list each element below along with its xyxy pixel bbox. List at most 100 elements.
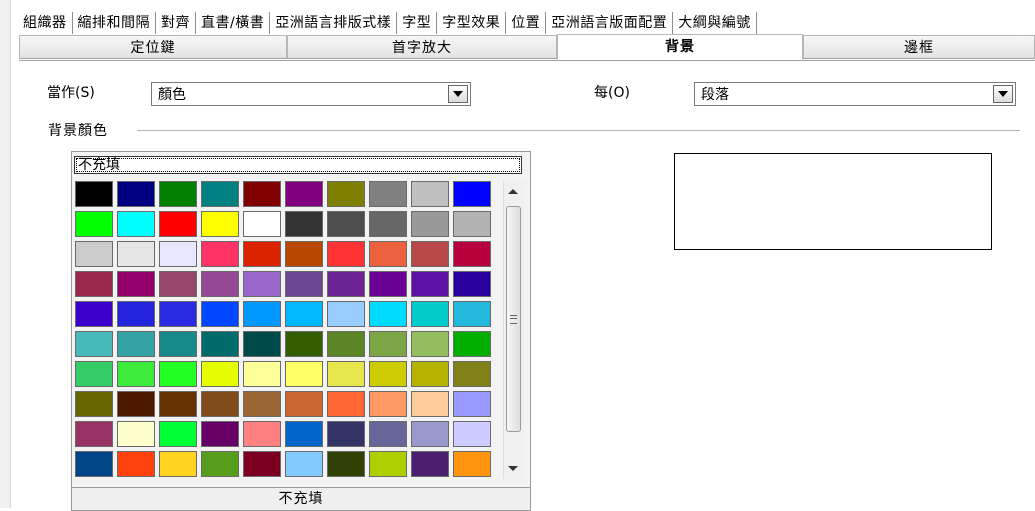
color-swatch[interactable] xyxy=(411,361,449,387)
color-swatch[interactable] xyxy=(243,181,281,207)
color-swatch[interactable] xyxy=(201,271,239,297)
color-swatch[interactable] xyxy=(411,241,449,267)
color-swatch[interactable] xyxy=(117,361,155,387)
color-swatch[interactable] xyxy=(75,331,113,357)
color-swatch[interactable] xyxy=(411,271,449,297)
color-swatch[interactable] xyxy=(201,301,239,327)
color-swatch[interactable] xyxy=(75,241,113,267)
tab-row2-2[interactable]: 首字放大 xyxy=(287,35,557,59)
color-swatch[interactable] xyxy=(117,391,155,417)
color-swatch[interactable] xyxy=(201,451,239,477)
color-swatch[interactable] xyxy=(201,181,239,207)
color-swatch[interactable] xyxy=(201,241,239,267)
color-swatch[interactable] xyxy=(369,181,407,207)
color-swatch[interactable] xyxy=(411,421,449,447)
tab-6[interactable]: 字型 xyxy=(397,12,438,34)
color-swatch[interactable] xyxy=(243,391,281,417)
tab-row2-1[interactable]: 定位鍵 xyxy=(19,35,287,59)
no-fill-option[interactable]: 不充填 xyxy=(74,156,522,174)
color-swatch[interactable] xyxy=(159,391,197,417)
color-swatch[interactable] xyxy=(285,181,323,207)
color-swatch[interactable] xyxy=(327,451,365,477)
for-select[interactable]: 段落 xyxy=(694,82,1016,106)
color-swatch[interactable] xyxy=(411,451,449,477)
color-swatch[interactable] xyxy=(285,361,323,387)
color-swatch[interactable] xyxy=(369,451,407,477)
color-swatch[interactable] xyxy=(243,421,281,447)
color-swatch[interactable] xyxy=(75,451,113,477)
color-swatch[interactable] xyxy=(285,421,323,447)
for-select-dropdown-button[interactable] xyxy=(993,85,1013,103)
color-swatch[interactable] xyxy=(411,181,449,207)
color-swatch[interactable] xyxy=(159,271,197,297)
color-swatch[interactable] xyxy=(243,241,281,267)
tab-10[interactable]: 大綱與編號 xyxy=(673,12,757,34)
color-swatch[interactable] xyxy=(453,391,491,417)
color-swatch[interactable] xyxy=(453,361,491,387)
color-swatch[interactable] xyxy=(159,211,197,237)
color-swatch[interactable] xyxy=(75,361,113,387)
color-swatch[interactable] xyxy=(327,361,365,387)
color-swatch[interactable] xyxy=(159,331,197,357)
color-swatch[interactable] xyxy=(243,301,281,327)
color-swatch[interactable] xyxy=(327,421,365,447)
color-swatch[interactable] xyxy=(327,181,365,207)
color-swatch[interactable] xyxy=(75,271,113,297)
color-swatch[interactable] xyxy=(285,241,323,267)
color-swatch[interactable] xyxy=(75,211,113,237)
color-swatch[interactable] xyxy=(369,331,407,357)
color-swatch[interactable] xyxy=(159,301,197,327)
tab-1[interactable]: 組織器 xyxy=(19,12,73,34)
color-swatch[interactable] xyxy=(327,391,365,417)
color-swatch[interactable] xyxy=(453,211,491,237)
color-swatch[interactable] xyxy=(285,301,323,327)
color-swatch[interactable] xyxy=(117,331,155,357)
color-swatch[interactable] xyxy=(285,271,323,297)
color-swatch[interactable] xyxy=(369,301,407,327)
tab-3[interactable]: 對齊 xyxy=(156,12,196,34)
color-swatch[interactable] xyxy=(327,271,365,297)
tab-row2-4[interactable]: 邊框 xyxy=(803,35,1035,59)
color-swatch[interactable] xyxy=(159,421,197,447)
color-swatch[interactable] xyxy=(243,211,281,237)
color-swatch[interactable] xyxy=(285,211,323,237)
as-select-dropdown-button[interactable] xyxy=(448,85,468,103)
color-swatch[interactable] xyxy=(369,361,407,387)
color-swatch[interactable] xyxy=(411,391,449,417)
color-swatch[interactable] xyxy=(327,211,365,237)
color-swatch[interactable] xyxy=(201,391,239,417)
color-swatch[interactable] xyxy=(159,241,197,267)
color-swatch[interactable] xyxy=(159,181,197,207)
color-swatch[interactable] xyxy=(117,241,155,267)
color-swatch[interactable] xyxy=(117,421,155,447)
color-swatch[interactable] xyxy=(369,241,407,267)
color-swatch[interactable] xyxy=(453,301,491,327)
color-swatch[interactable] xyxy=(285,451,323,477)
color-swatch[interactable] xyxy=(201,361,239,387)
color-swatch[interactable] xyxy=(453,181,491,207)
tab-9[interactable]: 亞洲語言版面配置 xyxy=(546,12,674,34)
color-swatch[interactable] xyxy=(243,451,281,477)
scroll-down-arrow-icon[interactable] xyxy=(508,466,518,471)
color-swatch[interactable] xyxy=(453,271,491,297)
scroll-up-arrow-icon[interactable] xyxy=(508,189,518,194)
color-swatch[interactable] xyxy=(243,331,281,357)
color-swatch[interactable] xyxy=(75,391,113,417)
tab-2[interactable]: 縮排和間隔 xyxy=(73,12,156,34)
color-swatch[interactable] xyxy=(327,241,365,267)
color-swatch[interactable] xyxy=(285,331,323,357)
color-swatch[interactable] xyxy=(201,211,239,237)
color-swatch[interactable] xyxy=(411,211,449,237)
color-swatch[interactable] xyxy=(243,361,281,387)
color-swatch[interactable] xyxy=(327,301,365,327)
color-swatch[interactable] xyxy=(411,331,449,357)
color-swatch[interactable] xyxy=(75,421,113,447)
color-swatch[interactable] xyxy=(453,451,491,477)
color-swatch[interactable] xyxy=(243,271,281,297)
tab-8[interactable]: 位置 xyxy=(506,12,547,34)
tab-4[interactable]: 直書/橫書 xyxy=(196,12,271,34)
color-swatch[interactable] xyxy=(117,301,155,327)
color-swatch[interactable] xyxy=(201,421,239,447)
color-swatch[interactable] xyxy=(117,451,155,477)
color-swatch[interactable] xyxy=(327,331,365,357)
